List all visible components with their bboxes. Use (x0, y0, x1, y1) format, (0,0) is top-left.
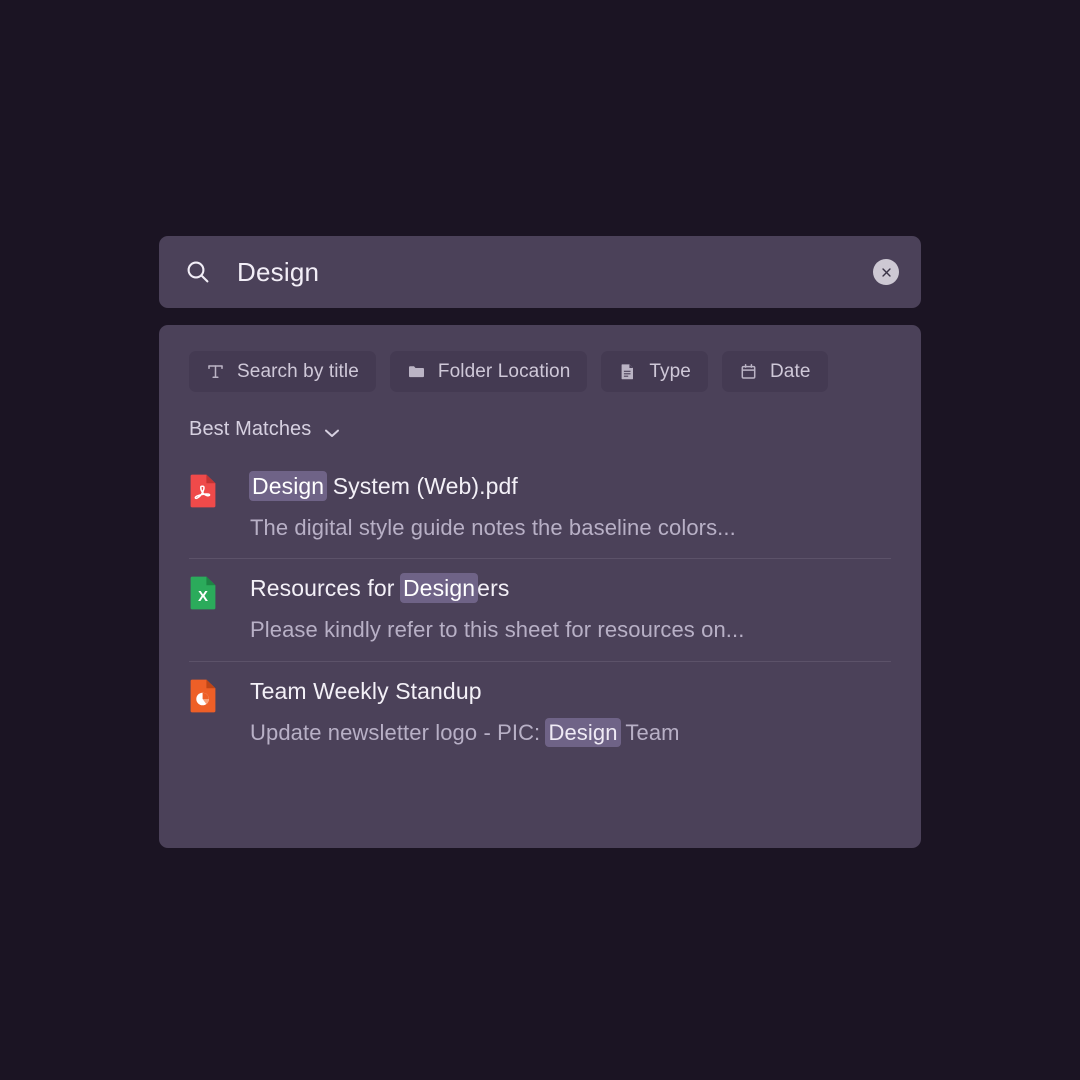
search-icon (185, 259, 211, 285)
sort-dropdown[interactable]: Best Matches (189, 418, 340, 441)
result-text: Team Weekly Standup Update newsletter lo… (250, 676, 680, 747)
result-subtitle: Please kindly refer to this sheet for re… (250, 616, 744, 645)
result-title-rest: System (Web).pdf (326, 473, 518, 499)
filter-chip-label: Date (769, 360, 811, 382)
filter-chip-label: Type (649, 360, 691, 382)
result-row[interactable]: Team Weekly Standup Update newsletter lo… (189, 660, 891, 763)
chevron-down-icon (324, 425, 340, 437)
clear-search-button[interactable] (873, 259, 899, 285)
search-input[interactable]: Design (237, 257, 873, 288)
result-row[interactable]: X Resources for Designers Please kindly … (189, 558, 891, 660)
result-title-text: Team Weekly Standup (250, 677, 482, 704)
svg-text:X: X (198, 588, 208, 605)
search-bar[interactable]: Design (159, 236, 921, 308)
filter-chip-folder-location[interactable]: Folder Location (389, 351, 588, 392)
result-text: Resources for Designers Please kindly re… (250, 573, 744, 644)
result-subtitle: The digital style guide notes the baseli… (250, 514, 736, 543)
result-subtitle-prefix: Update newsletter logo - PIC: (250, 719, 547, 745)
app-root: Design Search by title Folder Location T… (0, 0, 1080, 1080)
sort-dropdown-label: Best Matches (189, 418, 312, 440)
result-title: Team Weekly Standup (250, 676, 680, 707)
filter-chip-type[interactable]: Type (601, 351, 708, 392)
highlight-match: Design (545, 717, 621, 747)
result-title-suffix: ers (477, 575, 510, 602)
filter-chip-row: Search by title Folder Location Type Dat… (189, 351, 891, 392)
pdf-file-icon (189, 474, 217, 508)
filter-chip-label: Folder Location (437, 360, 571, 382)
search-results-panel: Search by title Folder Location Type Dat… (159, 325, 921, 848)
result-subtitle: Update newsletter logo - PIC: Design Tea… (250, 717, 680, 748)
highlight-match: Design (249, 471, 328, 501)
folder-icon (407, 362, 426, 381)
result-subtitle-text: Please kindly refer to this sheet for re… (250, 617, 745, 643)
result-title: Resources for Designers (250, 573, 744, 604)
filter-chip-date[interactable]: Date (721, 351, 828, 392)
highlight-match: Design (399, 573, 479, 604)
excel-file-icon: X (189, 576, 217, 610)
result-title: Design System (Web).pdf (249, 471, 736, 502)
result-row[interactable]: Design System (Web).pdf The digital styl… (189, 457, 891, 558)
powerpoint-file-icon (189, 679, 217, 713)
results-list: Design System (Web).pdf The digital styl… (189, 457, 891, 763)
result-subtitle-text: The digital style guide notes the baseli… (250, 514, 736, 540)
text-format-icon (206, 362, 225, 381)
result-subtitle-suffix: Team (619, 719, 680, 745)
filter-chip-label: Search by title (237, 360, 359, 382)
result-title-prefix: Resources for (250, 575, 401, 602)
calendar-icon (739, 362, 758, 381)
document-icon (618, 362, 637, 381)
filter-chip-search-by-title[interactable]: Search by title (189, 351, 376, 392)
result-text: Design System (Web).pdf The digital styl… (249, 471, 736, 543)
